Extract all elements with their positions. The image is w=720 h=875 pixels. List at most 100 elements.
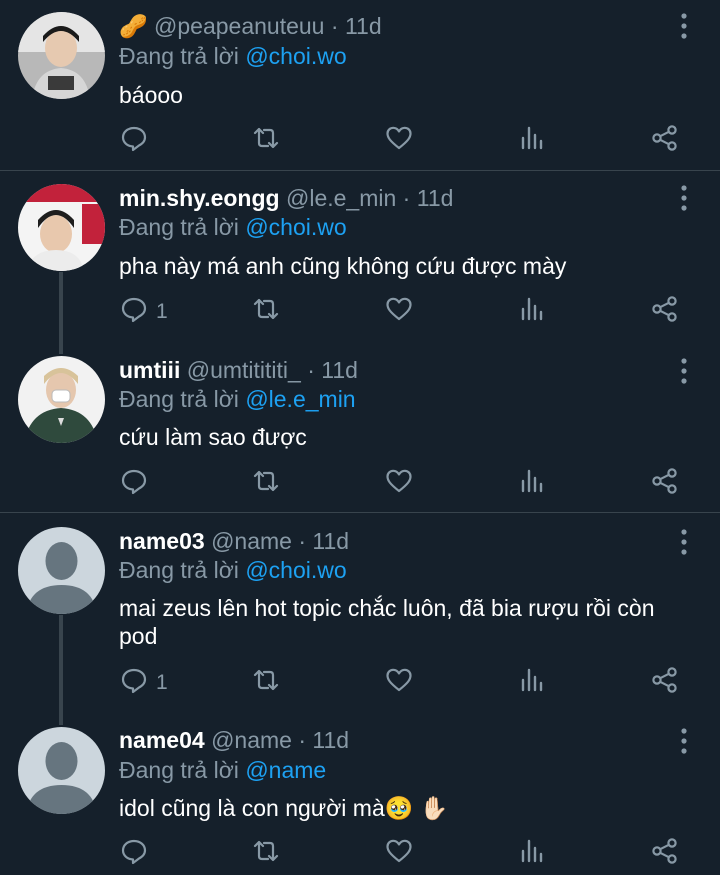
- display-name[interactable]: 🥜: [119, 13, 148, 39]
- tweet-text: idol cũng là con người mà🥹 ✋🏻: [119, 795, 449, 821]
- tweet-header: name03 @name · 11d: [119, 527, 349, 555]
- mention-link[interactable]: @name: [245, 757, 326, 783]
- handle[interactable]: @name: [211, 528, 292, 554]
- replying-to-label: Đang trả lời: [119, 43, 239, 69]
- more-icon[interactable]: [672, 10, 696, 42]
- share-icon: [651, 837, 679, 871]
- display-name[interactable]: name03: [119, 528, 205, 554]
- replying-to: Đang trả lời @le.e_min: [119, 385, 356, 413]
- mention-link[interactable]: @choi.wo: [245, 43, 346, 69]
- more-icon[interactable]: [672, 182, 696, 214]
- retweet-button[interactable]: [252, 292, 280, 332]
- reply-button[interactable]: [120, 834, 156, 874]
- action-bar: [0, 464, 720, 504]
- like-icon: [385, 666, 413, 700]
- separator-dot: ·: [298, 528, 307, 554]
- reply-icon: [120, 666, 148, 700]
- reply-count: 1: [156, 671, 168, 694]
- display-name[interactable]: umtiii: [119, 357, 180, 383]
- timestamp[interactable]: 11d: [312, 528, 349, 554]
- timestamp[interactable]: 11d: [345, 13, 382, 39]
- share-icon: [651, 124, 679, 158]
- tweet-header: 🥜 @peapeanuteuu · 11d: [119, 12, 382, 40]
- tweet-text: mai zeus lên hot topic chắc luôn, đã bia…: [119, 595, 655, 649]
- share-button[interactable]: [651, 292, 679, 332]
- retweet-icon: [252, 295, 280, 329]
- timestamp[interactable]: 11d: [312, 727, 349, 753]
- analytics-button[interactable]: [518, 663, 546, 703]
- retweet-button[interactable]: [252, 121, 280, 161]
- share-button[interactable]: [651, 834, 679, 874]
- like-button[interactable]: [385, 121, 413, 161]
- reply-button[interactable]: 1: [120, 663, 168, 703]
- retweet-button[interactable]: [252, 663, 280, 703]
- replying-to-label: Đang trả lời: [119, 386, 239, 412]
- mention-link[interactable]: @choi.wo: [245, 557, 346, 583]
- replying-to-label: Đang trả lời: [119, 214, 239, 240]
- share-button[interactable]: [651, 663, 679, 703]
- replying-to-label: Đang trả lời: [119, 557, 239, 583]
- like-button[interactable]: [385, 464, 413, 504]
- tweet-header: min.shy.eongg @le.e_min · 11d: [119, 184, 453, 212]
- analytics-icon: [518, 837, 546, 871]
- timestamp[interactable]: 11d: [321, 357, 358, 383]
- analytics-icon: [518, 666, 546, 700]
- separator-dot: ·: [307, 357, 315, 383]
- mention-link[interactable]: @choi.wo: [245, 214, 346, 240]
- share-icon: [651, 666, 679, 700]
- share-icon: [651, 467, 679, 501]
- analytics-button[interactable]: [518, 292, 546, 332]
- timestamp[interactable]: 11d: [417, 185, 454, 211]
- like-icon: [385, 124, 413, 158]
- tweet-text: pha này má anh cũng không cứu được mày: [119, 253, 567, 279]
- like-icon: [385, 467, 413, 501]
- share-button[interactable]: [651, 464, 679, 504]
- avatar[interactable]: [18, 727, 105, 814]
- avatar[interactable]: [18, 12, 105, 99]
- replying-to-label: Đang trả lời: [119, 757, 239, 783]
- like-button[interactable]: [385, 663, 413, 703]
- analytics-button[interactable]: [518, 121, 546, 161]
- reply-count: 1: [156, 300, 168, 323]
- more-icon[interactable]: [672, 725, 696, 757]
- share-button[interactable]: [651, 121, 679, 161]
- retweet-icon: [252, 124, 280, 158]
- retweet-button[interactable]: [252, 464, 280, 504]
- separator-dot: ·: [298, 727, 307, 753]
- display-name[interactable]: min.shy.eongg: [119, 185, 280, 211]
- retweet-icon: [252, 666, 280, 700]
- analytics-button[interactable]: [518, 834, 546, 874]
- like-button[interactable]: [385, 292, 413, 332]
- mention-link[interactable]: @le.e_min: [245, 386, 355, 412]
- analytics-icon: [518, 124, 546, 158]
- reply-button[interactable]: [120, 121, 156, 161]
- reply-button[interactable]: [120, 464, 156, 504]
- analytics-button[interactable]: [518, 464, 546, 504]
- reply-icon: [120, 467, 148, 501]
- separator-dot: ·: [330, 13, 339, 39]
- handle[interactable]: @umtitititi_: [187, 357, 301, 383]
- replying-to: Đang trả lời @choi.wo: [119, 213, 347, 241]
- handle[interactable]: @le.e_min: [286, 185, 396, 211]
- handle[interactable]: @name: [211, 727, 292, 753]
- analytics-icon: [518, 467, 546, 501]
- replying-to: Đang trả lời @name: [119, 756, 326, 784]
- reply-button[interactable]: 1: [120, 292, 168, 332]
- retweet-button[interactable]: [252, 834, 280, 874]
- more-icon[interactable]: [672, 526, 696, 558]
- retweet-icon: [252, 467, 280, 501]
- action-bar: [0, 121, 720, 161]
- avatar[interactable]: [18, 527, 105, 614]
- action-bar: 1: [0, 292, 720, 332]
- retweet-icon: [252, 837, 280, 871]
- like-icon: [385, 837, 413, 871]
- display-name[interactable]: name04: [119, 727, 205, 753]
- avatar[interactable]: [18, 184, 105, 271]
- divider: [0, 170, 720, 171]
- replying-to: Đang trả lời @choi.wo: [119, 42, 347, 70]
- avatar[interactable]: [18, 356, 105, 443]
- action-bar: 1: [0, 663, 720, 703]
- like-button[interactable]: [385, 834, 413, 874]
- handle[interactable]: @peapeanuteuu: [154, 13, 324, 39]
- more-icon[interactable]: [672, 355, 696, 387]
